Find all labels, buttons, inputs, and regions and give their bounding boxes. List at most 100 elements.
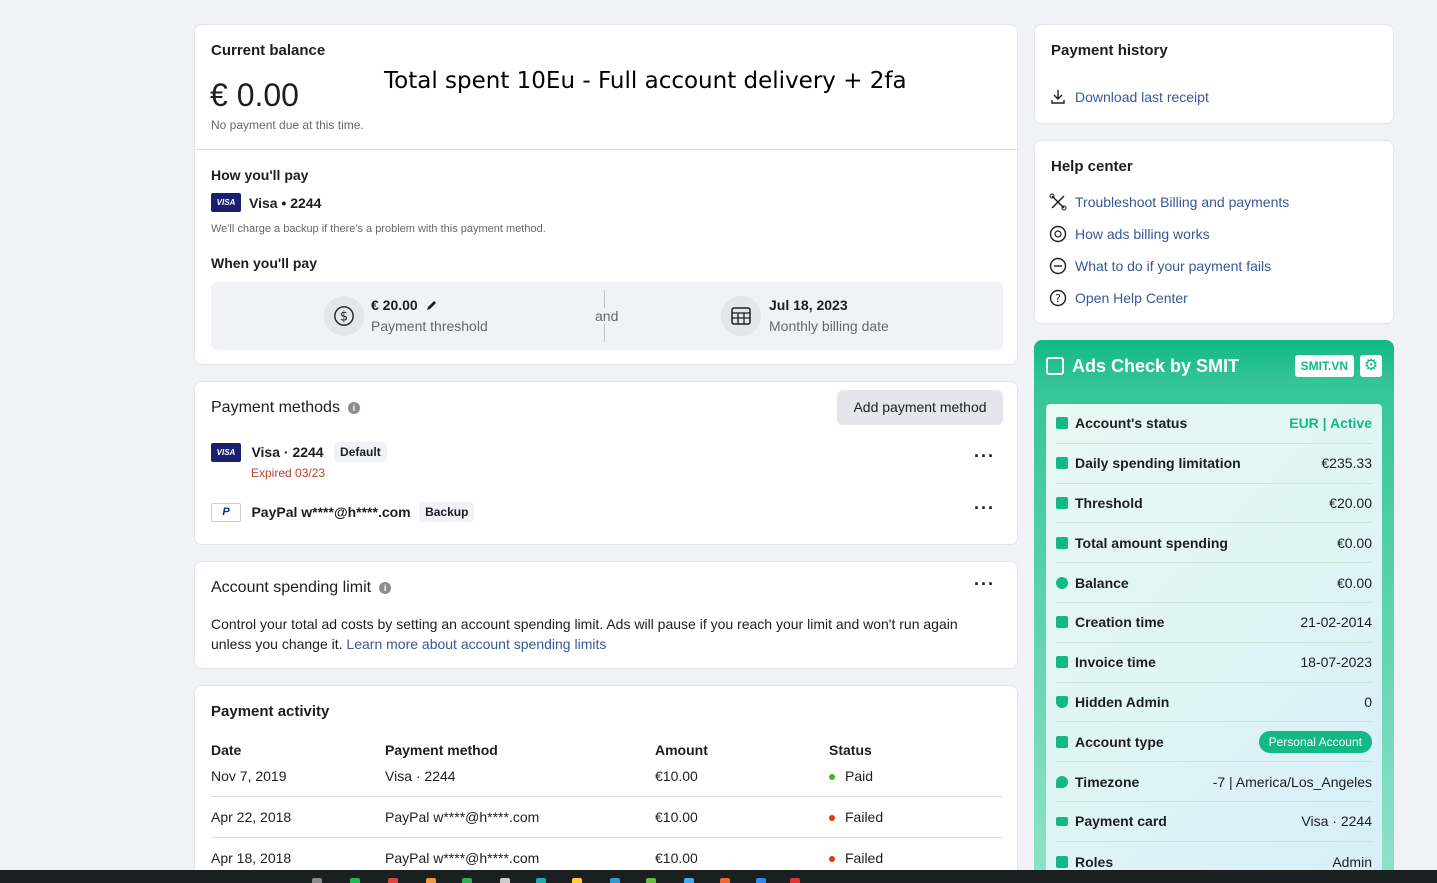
taskbar-app-icon[interactable] bbox=[312, 878, 322, 883]
table-header-row: Date Payment method Amount Status bbox=[211, 736, 1003, 764]
billing-schedule-box: $ € 20.00 Payment threshold and Jul 18, … bbox=[211, 282, 1003, 350]
taskbar-app-icon[interactable] bbox=[756, 878, 766, 883]
smit-logo-icon bbox=[1046, 357, 1064, 375]
help-link-label[interactable]: What to do if your payment fails bbox=[1075, 258, 1271, 274]
billing-date-label: Monthly billing date bbox=[769, 318, 889, 334]
help-link-label[interactable]: Open Help Center bbox=[1075, 290, 1188, 306]
calendar-icon bbox=[1056, 616, 1068, 629]
taskbar-app-icon[interactable] bbox=[646, 878, 656, 883]
smit-row-threshold: Threshold €20.00 bbox=[1056, 484, 1372, 524]
chart-icon bbox=[1056, 417, 1068, 430]
current-balance-title: Current balance bbox=[211, 42, 326, 59]
smit-header: Ads Check by SMIT SMIT.VN ⚙ bbox=[1034, 340, 1394, 392]
paypal-more-button[interactable]: ··· bbox=[974, 498, 995, 519]
row-value: 21-02-2014 bbox=[1300, 614, 1372, 631]
shield-icon bbox=[1056, 695, 1068, 708]
download-icon bbox=[1051, 90, 1065, 104]
header-date[interactable]: Date bbox=[211, 736, 385, 764]
method-name: Visa · 2244 bbox=[251, 444, 324, 460]
smit-row-daily-limit: Daily spending limitation €235.33 bbox=[1056, 444, 1372, 484]
smit-row-balance: Balance €0.00 bbox=[1056, 563, 1372, 603]
row-value: €235.33 bbox=[1321, 455, 1372, 472]
taskbar-app-icon[interactable] bbox=[426, 878, 436, 883]
help-link-label[interactable]: How ads billing works bbox=[1075, 226, 1210, 242]
row-status: Failed bbox=[829, 796, 1003, 838]
user-icon bbox=[1056, 735, 1068, 748]
taskbar-app-icon[interactable] bbox=[350, 878, 360, 883]
location-icon bbox=[1056, 775, 1068, 788]
status-label: Paid bbox=[845, 768, 874, 784]
row-value: 18-07-2023 bbox=[1300, 654, 1372, 671]
spending-limit-card: Account spending limit i ··· Control you… bbox=[194, 561, 1018, 669]
smit-row-creation-time: Creation time 21-02-2014 bbox=[1056, 603, 1372, 643]
smit-row-timezone: Timezone -7 | America/Los_Angeles bbox=[1056, 762, 1372, 802]
table-row[interactable]: Apr 22, 2018 PayPal w****@h****.com €10.… bbox=[211, 796, 1003, 838]
os-taskbar bbox=[0, 870, 1437, 883]
question-icon: ? bbox=[1049, 289, 1067, 307]
spending-limit-more-button[interactable]: ··· bbox=[974, 574, 995, 595]
learn-more-link[interactable]: Learn more about account spending limits bbox=[346, 636, 606, 652]
payment-methods-title: Payment methods i bbox=[211, 399, 360, 417]
payment-history-title: Payment history bbox=[1051, 42, 1168, 59]
row-status: Paid bbox=[829, 764, 1003, 797]
payment-methods-heading: Payment methods bbox=[211, 399, 340, 416]
download-receipt-link[interactable]: Download last receipt bbox=[1075, 89, 1209, 105]
billing-date-value: Jul 18, 2023 bbox=[769, 297, 848, 313]
status-value: EUR | Active bbox=[1289, 415, 1372, 432]
help-link-billing-works[interactable]: How ads billing works bbox=[1049, 218, 1289, 250]
svg-text:$: $ bbox=[340, 310, 348, 325]
status-dot bbox=[829, 815, 835, 822]
smit-badge[interactable]: SMIT.VN bbox=[1294, 355, 1354, 377]
help-link-troubleshoot[interactable]: Troubleshoot Billing and payments bbox=[1049, 186, 1289, 218]
gear-icon[interactable]: ⚙ bbox=[1360, 355, 1382, 377]
header-method[interactable]: Payment method bbox=[385, 736, 655, 764]
taskbar-app-icon[interactable] bbox=[684, 878, 694, 883]
wrench-icon bbox=[1049, 193, 1067, 211]
smit-row-status: Account's status EUR | Active bbox=[1056, 404, 1372, 444]
card-icon bbox=[1056, 457, 1068, 470]
taskbar-app-icon[interactable] bbox=[790, 878, 800, 883]
row-label: Creation time bbox=[1075, 614, 1165, 631]
info-icon[interactable]: i bbox=[379, 582, 392, 594]
spending-limit-heading: Account spending limit bbox=[211, 579, 372, 596]
invoice-icon bbox=[1056, 656, 1068, 669]
smit-panel: Ads Check by SMIT SMIT.VN ⚙ Account's st… bbox=[1034, 340, 1394, 883]
taskbar-app-icon[interactable] bbox=[572, 878, 582, 883]
help-link-label[interactable]: Troubleshoot Billing and payments bbox=[1075, 194, 1289, 210]
taskbar-app-icon[interactable] bbox=[536, 878, 546, 883]
payment-activity-title: Payment activity bbox=[211, 703, 330, 720]
edit-icon[interactable] bbox=[426, 299, 438, 311]
paypal-icon: P bbox=[211, 502, 241, 522]
header-amount[interactable]: Amount bbox=[655, 736, 829, 764]
taskbar-app-icon[interactable] bbox=[610, 878, 620, 883]
payment-methods-card: Payment methods i Add payment method VIS… bbox=[194, 381, 1018, 545]
credit-card-icon bbox=[1056, 816, 1068, 826]
method-name: PayPal w****@h****.com bbox=[251, 504, 411, 520]
smit-row-total-spending: Total amount spending €0.00 bbox=[1056, 523, 1372, 564]
download-receipt-row[interactable]: Download last receipt bbox=[1051, 89, 1209, 105]
threshold-amount: € 20.00 bbox=[371, 297, 418, 313]
help-center-title: Help center bbox=[1051, 158, 1133, 175]
help-link-payment-fails[interactable]: What to do if your payment fails bbox=[1049, 250, 1289, 282]
spending-limit-title: Account spending limit i bbox=[211, 579, 392, 597]
smit-row-invoice-time: Invoice time 18-07-2023 bbox=[1056, 643, 1372, 683]
taskbar-app-icon[interactable] bbox=[462, 878, 472, 883]
row-label: Account type bbox=[1075, 733, 1164, 750]
calendar-icon bbox=[721, 296, 761, 336]
info-icon[interactable]: i bbox=[347, 402, 360, 414]
visa-more-button[interactable]: ··· bbox=[974, 446, 995, 467]
dollar-icon bbox=[1056, 576, 1068, 589]
row-label: Threshold bbox=[1075, 494, 1143, 511]
taskbar-app-icon[interactable] bbox=[720, 878, 730, 883]
smit-row-hidden-admin: Hidden Admin 0 bbox=[1056, 683, 1372, 723]
table-row[interactable]: Nov 7, 2019 Visa · 2244 €10.00 Paid bbox=[211, 764, 1003, 797]
taskbar-app-icon[interactable] bbox=[500, 878, 510, 883]
balance-note: No payment due at this time. bbox=[211, 118, 364, 132]
row-label: Hidden Admin bbox=[1075, 693, 1170, 710]
row-date: Nov 7, 2019 bbox=[211, 764, 385, 797]
header-status[interactable]: Status bbox=[829, 736, 1003, 764]
threshold-value[interactable]: € 20.00 bbox=[371, 297, 438, 313]
taskbar-app-icon[interactable] bbox=[388, 878, 398, 883]
add-payment-method-button[interactable]: Add payment method bbox=[837, 390, 1003, 425]
help-link-open-center[interactable]: ? Open Help Center bbox=[1049, 282, 1289, 314]
